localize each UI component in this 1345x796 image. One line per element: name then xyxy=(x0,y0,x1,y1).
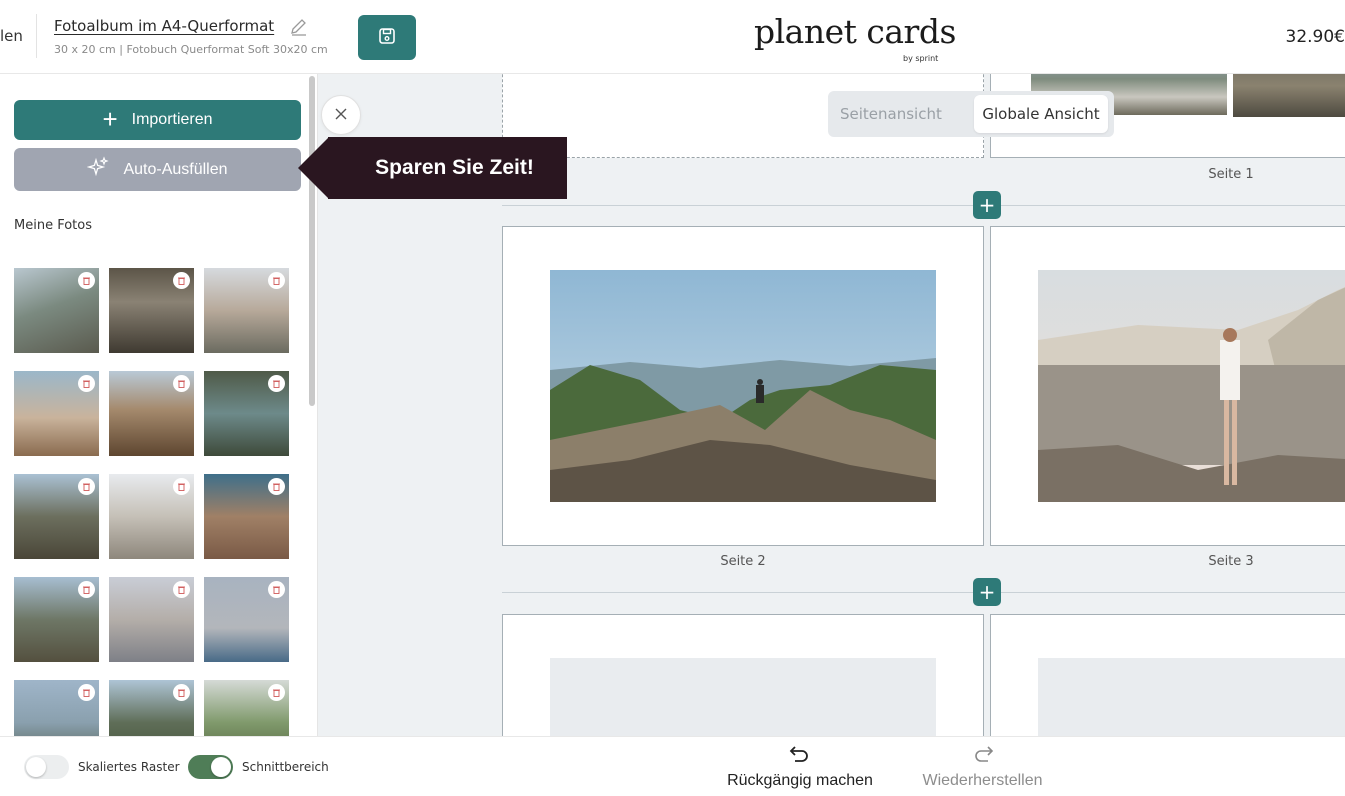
close-sidebar-button[interactable] xyxy=(321,95,361,135)
plus-icon: + xyxy=(978,193,996,217)
cut-area-label: Schnittbereich xyxy=(242,760,329,774)
page-4[interactable] xyxy=(502,614,984,736)
spread-divider xyxy=(502,205,1345,206)
trash-icon[interactable] xyxy=(78,581,95,598)
trash-icon[interactable] xyxy=(268,375,285,392)
photo-placeholder[interactable] xyxy=(550,658,936,736)
trash-icon[interactable] xyxy=(268,581,285,598)
back-link[interactable]: len xyxy=(0,27,23,45)
close-icon xyxy=(334,106,348,125)
toggle-knob xyxy=(26,757,46,777)
trash-icon[interactable] xyxy=(268,272,285,289)
price-display: 32.90€ xyxy=(1285,27,1345,47)
trash-icon[interactable] xyxy=(173,375,190,392)
page-2-photo[interactable] xyxy=(550,270,936,502)
sparkles-icon xyxy=(87,156,110,183)
undo-label: Rückgängig machen xyxy=(727,772,873,789)
add-page-button[interactable]: + xyxy=(973,191,1001,219)
autofill-tooltip: Sparen Sie Zeit! xyxy=(328,137,567,199)
autofill-button-label: Auto-Ausfüllen xyxy=(123,160,228,178)
scaled-grid-toggle[interactable] xyxy=(24,755,69,779)
top-header: len Fotoalbum im A4-Querformat 30 x 20 c… xyxy=(0,0,1345,74)
add-page-button[interactable]: + xyxy=(973,578,1001,606)
photo-thumbnail[interactable] xyxy=(14,577,99,662)
trash-icon[interactable] xyxy=(78,375,95,392)
page-2-label: Seite 2 xyxy=(720,554,766,569)
photo-thumbnail[interactable] xyxy=(204,680,289,736)
trash-icon[interactable] xyxy=(78,684,95,701)
photo-thumbnail[interactable] xyxy=(204,474,289,559)
page-2[interactable] xyxy=(502,226,984,546)
page-view-option[interactable]: Seitenansicht xyxy=(840,91,942,137)
photo-thumbnail[interactable] xyxy=(109,371,194,456)
plus-icon: + xyxy=(102,103,118,134)
header-divider xyxy=(36,14,37,58)
page-3[interactable] xyxy=(990,226,1345,546)
save-icon xyxy=(377,26,397,50)
trash-icon[interactable] xyxy=(173,272,190,289)
save-button[interactable] xyxy=(358,15,416,60)
photo-thumbnail[interactable] xyxy=(109,577,194,662)
trash-icon[interactable] xyxy=(268,478,285,495)
redo-button[interactable]: Wiederherstellen xyxy=(905,742,1060,790)
page-5[interactable] xyxy=(990,614,1345,736)
view-toggle[interactable]: Seitenansicht Globale Ansicht xyxy=(828,91,1114,137)
toggle-knob xyxy=(211,757,231,777)
photo-sidebar: + Importieren Auto-Ausfüllen Meine Fotos xyxy=(0,74,318,736)
album-title[interactable]: Fotoalbum im A4-Querformat xyxy=(54,17,274,35)
redo-label: Wiederherstellen xyxy=(922,772,1043,789)
sidebar-scrollbar-thumb[interactable] xyxy=(309,76,315,406)
photo-thumbnail[interactable] xyxy=(14,371,99,456)
redo-icon xyxy=(972,746,994,768)
plus-icon: + xyxy=(978,580,996,604)
cut-area-toggle[interactable] xyxy=(188,755,233,779)
album-subtitle: 30 x 20 cm | Fotobuch Querformat Soft 30… xyxy=(54,43,328,56)
trash-icon[interactable] xyxy=(268,684,285,701)
photo-thumbnail[interactable] xyxy=(204,268,289,353)
import-button-label: Importieren xyxy=(131,111,213,128)
spread-divider xyxy=(502,592,1345,593)
photo-thumbnail[interactable] xyxy=(14,680,99,736)
undo-icon xyxy=(789,746,811,768)
brand-logo-byline: by sprint xyxy=(903,54,939,63)
trash-icon[interactable] xyxy=(173,581,190,598)
page-1-photo-b[interactable] xyxy=(1233,74,1345,117)
photo-thumbnail[interactable] xyxy=(109,474,194,559)
pencil-icon[interactable] xyxy=(289,17,309,37)
trash-icon[interactable] xyxy=(78,272,95,289)
page-3-label: Seite 3 xyxy=(1208,554,1254,569)
autofill-button[interactable]: Auto-Ausfüllen xyxy=(14,148,301,191)
photo-thumbnail[interactable] xyxy=(109,268,194,353)
brand-logo[interactable]: planet cards xyxy=(754,12,956,51)
my-photos-heading: Meine Fotos xyxy=(14,218,92,233)
global-view-option[interactable]: Globale Ansicht xyxy=(974,95,1108,133)
bottom-toolbar: Skaliertes Raster Schnittbereich Rückgän… xyxy=(0,736,1345,796)
photo-thumbnail[interactable] xyxy=(14,474,99,559)
page-1-label: Seite 1 xyxy=(1208,167,1254,182)
photo-thumbnail[interactable] xyxy=(109,680,194,736)
tooltip-arrow xyxy=(298,137,329,199)
trash-icon[interactable] xyxy=(173,478,190,495)
undo-button[interactable]: Rückgängig machen xyxy=(720,742,880,790)
trash-icon[interactable] xyxy=(173,684,190,701)
photo-placeholder[interactable] xyxy=(1038,658,1345,736)
trash-icon[interactable] xyxy=(78,478,95,495)
page-3-photo[interactable] xyxy=(1038,270,1345,502)
photo-thumbnail[interactable] xyxy=(14,268,99,353)
import-button[interactable]: + Importieren xyxy=(14,100,301,140)
photo-thumbnail[interactable] xyxy=(204,371,289,456)
scaled-grid-label: Skaliertes Raster xyxy=(78,760,180,774)
photo-thumbnail[interactable] xyxy=(204,577,289,662)
